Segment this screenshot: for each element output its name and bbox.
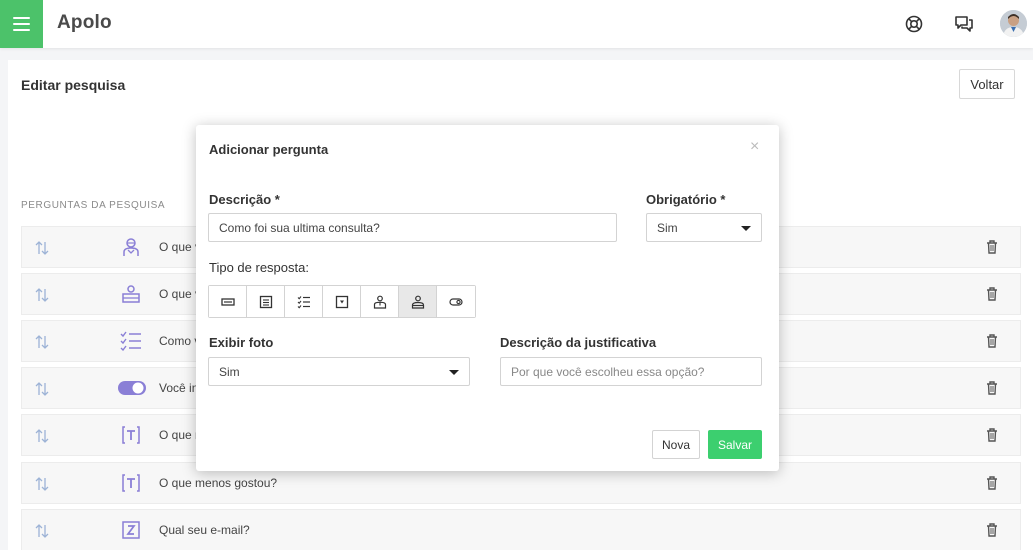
z-box-icon <box>120 519 142 541</box>
question-text: Você in <box>159 381 199 395</box>
exibir-foto-value: Sim <box>219 364 240 379</box>
tipo-label: Tipo de resposta: <box>209 260 309 275</box>
response-type-group <box>208 285 476 318</box>
sort-icon[interactable] <box>34 334 50 350</box>
section-label: PERGUNTAS DA PESQUISA <box>21 200 166 211</box>
add-question-modal: Adicionar pergunta × Descrição * Obrigat… <box>196 125 779 471</box>
trash-icon[interactable] <box>985 522 999 538</box>
question-text: O que menos gostou? <box>159 476 278 490</box>
person-icon[interactable] <box>361 286 399 317</box>
brand-logo: Apolo <box>57 12 112 33</box>
trash-icon[interactable] <box>985 333 999 349</box>
close-icon[interactable]: × <box>750 139 759 155</box>
descricao-label: Descrição * <box>209 192 280 207</box>
back-button[interactable]: Voltar <box>959 69 1015 99</box>
obrigatorio-label: Obrigatório * <box>646 192 726 207</box>
trash-icon[interactable] <box>985 427 999 443</box>
user-badge-icon <box>120 236 142 258</box>
justificativa-label: Descrição da justificativa <box>500 335 657 350</box>
toggle-icon[interactable] <box>437 286 475 317</box>
avatar[interactable] <box>1000 10 1027 37</box>
caret-down-icon <box>449 370 459 375</box>
text-box-icon <box>120 424 142 446</box>
caret-down-icon <box>741 226 751 231</box>
justificativa-input[interactable] <box>500 357 762 386</box>
sort-icon[interactable] <box>34 381 50 397</box>
exibir-foto-select[interactable]: Sim <box>208 357 470 386</box>
paragraph-icon[interactable] <box>247 286 285 317</box>
sort-icon[interactable] <box>34 523 50 539</box>
question-text: Qual seu e-mail? <box>159 523 250 537</box>
obrigatorio-value: Sim <box>657 220 678 235</box>
obrigatorio-select[interactable]: Sim <box>646 213 762 242</box>
nova-button[interactable]: Nova <box>652 430 700 459</box>
top-bar: Apolo <box>0 0 1033 48</box>
toggle-icon <box>118 377 146 399</box>
sort-icon[interactable] <box>34 476 50 492</box>
checklist-icon <box>120 330 142 352</box>
dropdown-icon[interactable] <box>323 286 361 317</box>
trash-icon[interactable] <box>985 380 999 396</box>
short-text-icon[interactable] <box>209 286 247 317</box>
trash-icon[interactable] <box>985 239 999 255</box>
question-row[interactable]: Qual seu e-mail? <box>21 509 1021 550</box>
question-text: O que v <box>159 240 202 254</box>
exibir-foto-label: Exibir foto <box>209 335 274 350</box>
chat-icon[interactable] <box>952 12 976 36</box>
page-title: Editar pesquisa <box>21 77 126 93</box>
person-active-icon[interactable] <box>399 286 437 317</box>
sort-icon[interactable] <box>34 428 50 444</box>
checklist-icon[interactable] <box>285 286 323 317</box>
modal-title: Adicionar pergunta <box>209 142 329 157</box>
descricao-input[interactable] <box>208 213 617 242</box>
bed-icon <box>120 283 142 305</box>
sort-icon[interactable] <box>34 287 50 303</box>
menu-icon[interactable] <box>0 0 43 48</box>
question-text: Como v <box>159 334 201 348</box>
salvar-button[interactable]: Salvar <box>708 430 762 459</box>
sort-icon[interactable] <box>34 240 50 256</box>
trash-icon[interactable] <box>985 475 999 491</box>
question-text: O que v <box>159 287 202 301</box>
trash-icon[interactable] <box>985 286 999 302</box>
text-box-icon <box>120 472 142 494</box>
lifebuoy-icon[interactable] <box>902 12 926 36</box>
